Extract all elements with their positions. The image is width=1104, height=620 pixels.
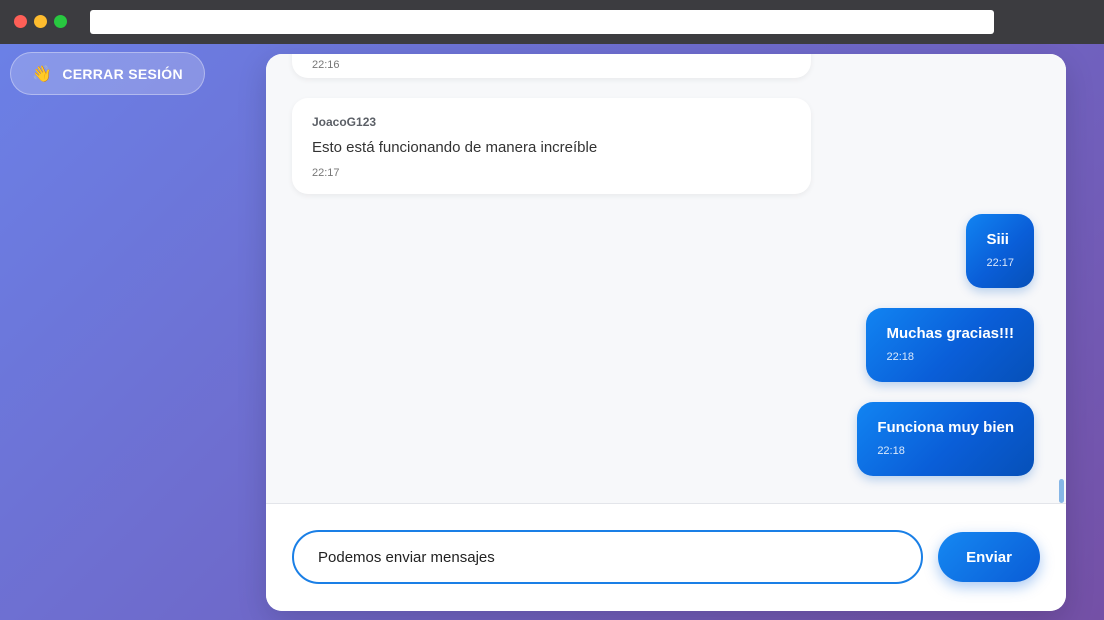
message-time: 22:17: [986, 257, 1014, 269]
message-incoming: 22:16: [292, 54, 811, 78]
message-outgoing: Muchas gracias!!! 22:18: [866, 308, 1034, 382]
message-text: Siii: [986, 231, 1009, 248]
message-list[interactable]: 22:16 JoacoG123 Esto está funcionando de…: [266, 54, 1066, 504]
address-bar[interactable]: [90, 10, 994, 34]
waving-hand-icon: 👋: [32, 65, 53, 83]
logout-button[interactable]: 👋 CERRAR SESIÓN: [10, 52, 205, 95]
minimize-window-button[interactable]: [34, 15, 47, 28]
message-composer: Enviar: [266, 505, 1066, 611]
message-list-scrollbar[interactable]: [1059, 479, 1064, 503]
message-sender: JoacoG123: [312, 115, 377, 129]
chat-panel: 22:16 JoacoG123 Esto está funcionando de…: [266, 54, 1066, 611]
browser-titlebar: [0, 0, 1104, 44]
message-incoming: JoacoG123 Esto está funcionando de maner…: [292, 98, 811, 194]
maximize-window-button[interactable]: [54, 15, 67, 28]
send-button[interactable]: Enviar: [938, 532, 1040, 582]
message-outgoing: Siii 22:17: [966, 214, 1034, 288]
message-time: 22:16: [312, 59, 340, 71]
message-time: 22:17: [312, 167, 340, 179]
message-text: Esto está funcionando de manera increíbl…: [312, 139, 598, 156]
message-text: Muchas gracias!!!: [886, 325, 1014, 342]
close-window-button[interactable]: [14, 15, 27, 28]
page-viewport: 👋 CERRAR SESIÓN 22:16 JoacoG123 Esto est…: [0, 44, 1104, 620]
logout-label: CERRAR SESIÓN: [62, 65, 183, 82]
message-input[interactable]: [292, 530, 923, 584]
message-time: 22:18: [877, 445, 905, 457]
message-outgoing: Funciona muy bien 22:18: [857, 402, 1034, 476]
message-text: Funciona muy bien: [877, 419, 1014, 436]
message-time: 22:18: [886, 351, 914, 363]
